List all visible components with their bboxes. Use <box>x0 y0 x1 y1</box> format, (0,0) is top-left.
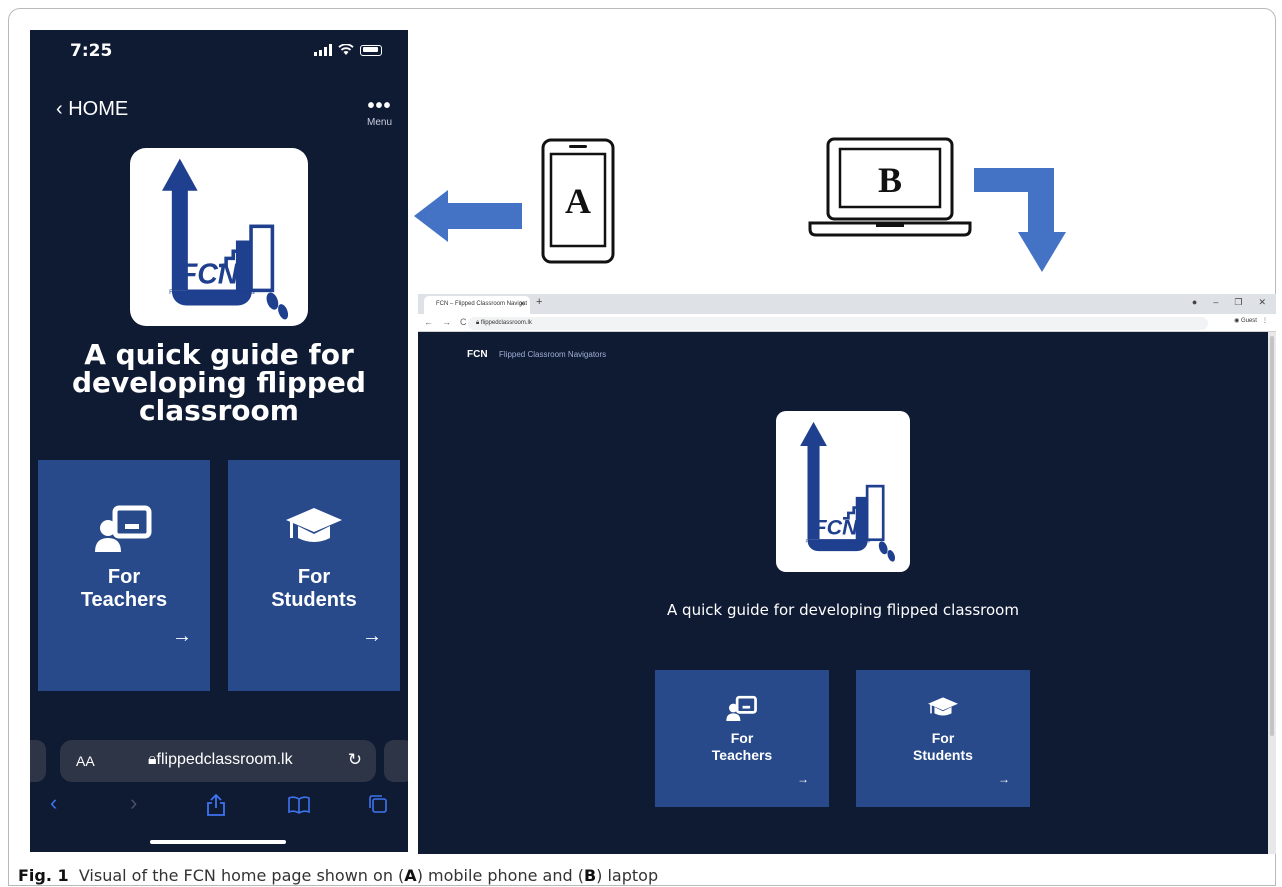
caption-text-2: ) mobile phone and ( <box>416 866 584 885</box>
browser-tab-bar: FCN – Flipped Classroom Navigat ✕ + ● – … <box>418 294 1276 314</box>
tile-line2: Students <box>913 747 973 763</box>
tab-title: FCN – Flipped Classroom Navigat <box>436 301 528 307</box>
for-teachers-tile[interactable]: For Teachers → <box>655 670 829 807</box>
address-bar[interactable]: 🔒︎ flippedclassroom.lk <box>468 317 1208 330</box>
page-content: FCN Flipped Classroom Navigators FCN Fli… <box>418 332 1268 854</box>
profile-icon: ◉ <box>1234 318 1241 324</box>
menu-label: Menu <box>366 117 392 128</box>
graduation-cap-icon <box>928 697 958 716</box>
mobile-phone-icon: A <box>541 138 615 264</box>
logo-acronym: FCN <box>180 258 240 290</box>
close-tab-icon[interactable]: ✕ <box>519 300 525 308</box>
menu-button[interactable]: ••• Menu <box>366 95 392 128</box>
arrow-right-icon: → <box>797 772 809 786</box>
site-brand[interactable]: FCN <box>467 349 488 360</box>
profile-button[interactable]: ◉ Guest ⋮ <box>1234 317 1268 324</box>
scrollbar[interactable] <box>1268 332 1276 854</box>
back-icon[interactable]: ‹ <box>50 790 57 816</box>
arrow-left-icon <box>414 190 522 242</box>
forward-icon[interactable]: › <box>130 790 137 816</box>
fcn-logo-graphic: FCN Flipped Classroom Navigators <box>800 421 896 562</box>
for-teachers-tile[interactable]: For Teachers → <box>38 460 210 691</box>
figure-caption: Fig. 1 Visual of the FCN home page shown… <box>18 866 658 885</box>
reload-icon[interactable]: C <box>460 317 467 327</box>
site-brand-subtitle[interactable]: Flipped Classroom Navigators <box>499 350 606 359</box>
graduation-cap-icon <box>286 508 342 542</box>
device-label-a: A <box>565 181 591 221</box>
home-indicator <box>150 840 286 844</box>
share-icon[interactable] <box>206 794 226 816</box>
page-title: A quick guide for developing flipped cla… <box>72 338 366 427</box>
laptop-icon: B <box>808 137 972 237</box>
arrow-right-icon: → <box>362 625 382 647</box>
teacher-icon <box>726 695 757 721</box>
mobile-screenshot: 7:25 ‹ HOME ••• Menu FCN Flipped Classro… <box>30 30 408 852</box>
tile-line1: For <box>730 730 754 746</box>
battery-icon <box>360 44 382 56</box>
minimize-icon[interactable]: – <box>1213 297 1218 308</box>
new-tab-icon[interactable]: + <box>536 296 542 308</box>
profile-label: Guest <box>1240 318 1257 324</box>
for-students-tile[interactable]: For Students → <box>856 670 1030 807</box>
safari-address-bar[interactable]: AA 🔒︎flippedclassroom.lk ↻ <box>60 740 376 782</box>
signal-icon <box>314 44 332 56</box>
extension-icon[interactable]: ● <box>1192 297 1197 308</box>
for-students-tile[interactable]: For Students → <box>228 460 400 691</box>
forward-icon[interactable]: → <box>442 317 451 327</box>
arrow-down-icon <box>974 168 1066 272</box>
tabs-icon[interactable] <box>368 794 388 814</box>
browser-toolbar: ← → C 🔒︎ flippedclassroom.lk ◉ Guest ⋮ <box>418 314 1276 332</box>
caption-text-3: ) laptop <box>596 866 659 885</box>
tile-line2: Teachers <box>711 747 773 763</box>
address-url: flippedclassroom.lk <box>480 320 532 326</box>
tile-line2: Students <box>271 589 357 611</box>
caption-text-1: Visual of the FCN home page shown on ( <box>78 866 405 885</box>
tile-line1: For <box>931 730 955 746</box>
safari-url: flippedclassroom.lk <box>156 751 293 768</box>
logo-tagline: Flipped Classroom Navigators <box>805 538 870 544</box>
ellipsis-icon: ••• <box>367 95 392 117</box>
tile-line1: For <box>107 566 141 588</box>
back-icon[interactable]: ← <box>424 317 433 327</box>
safari-prev-tab[interactable] <box>30 740 46 782</box>
device-label-b: B <box>878 160 902 200</box>
fcn-logo-graphic: FCN Flipped Classroom Navigators <box>162 158 289 320</box>
browser-tab[interactable]: FCN – Flipped Classroom Navigat ✕ <box>424 296 530 314</box>
tile-line2: Teachers <box>80 589 168 611</box>
logo-acronym: FCN <box>814 515 859 539</box>
laptop-screenshot: FCN – Flipped Classroom Navigat ✕ + ● – … <box>418 294 1276 854</box>
tile-line1: For <box>297 566 331 588</box>
page-title: A quick guide for developing flipped cla… <box>667 601 1019 619</box>
reload-icon[interactable]: ↻ <box>348 750 362 770</box>
teacher-icon <box>95 505 152 552</box>
arrow-right-icon: → <box>998 772 1010 786</box>
text-size-button[interactable]: AA <box>76 753 95 769</box>
fcn-logo: FCN Flipped Classroom Navigators <box>130 148 308 326</box>
status-time: 7:25 <box>70 41 113 61</box>
caption-label: Fig. 1 <box>18 866 69 885</box>
caption-ref-a: A <box>404 866 417 885</box>
status-icons <box>314 44 382 56</box>
restore-icon[interactable]: ❐ <box>1234 297 1242 308</box>
kebab-menu-icon[interactable]: ⋮ <box>1259 318 1268 324</box>
logo-tagline: Flipped Classroom Navigators <box>169 289 255 296</box>
bookmarks-icon[interactable] <box>288 796 310 814</box>
arrow-right-icon: → <box>172 625 192 647</box>
lock-icon: 🔒︎ <box>148 751 157 768</box>
wifi-icon <box>338 44 354 55</box>
close-window-icon[interactable]: ✕ <box>1258 297 1266 308</box>
fcn-logo: FCN Flipped Classroom Navigators <box>776 411 910 572</box>
home-back-link[interactable]: ‹ HOME <box>56 98 128 121</box>
safari-next-tab[interactable] <box>384 740 408 782</box>
caption-ref-b: B <box>583 866 597 885</box>
